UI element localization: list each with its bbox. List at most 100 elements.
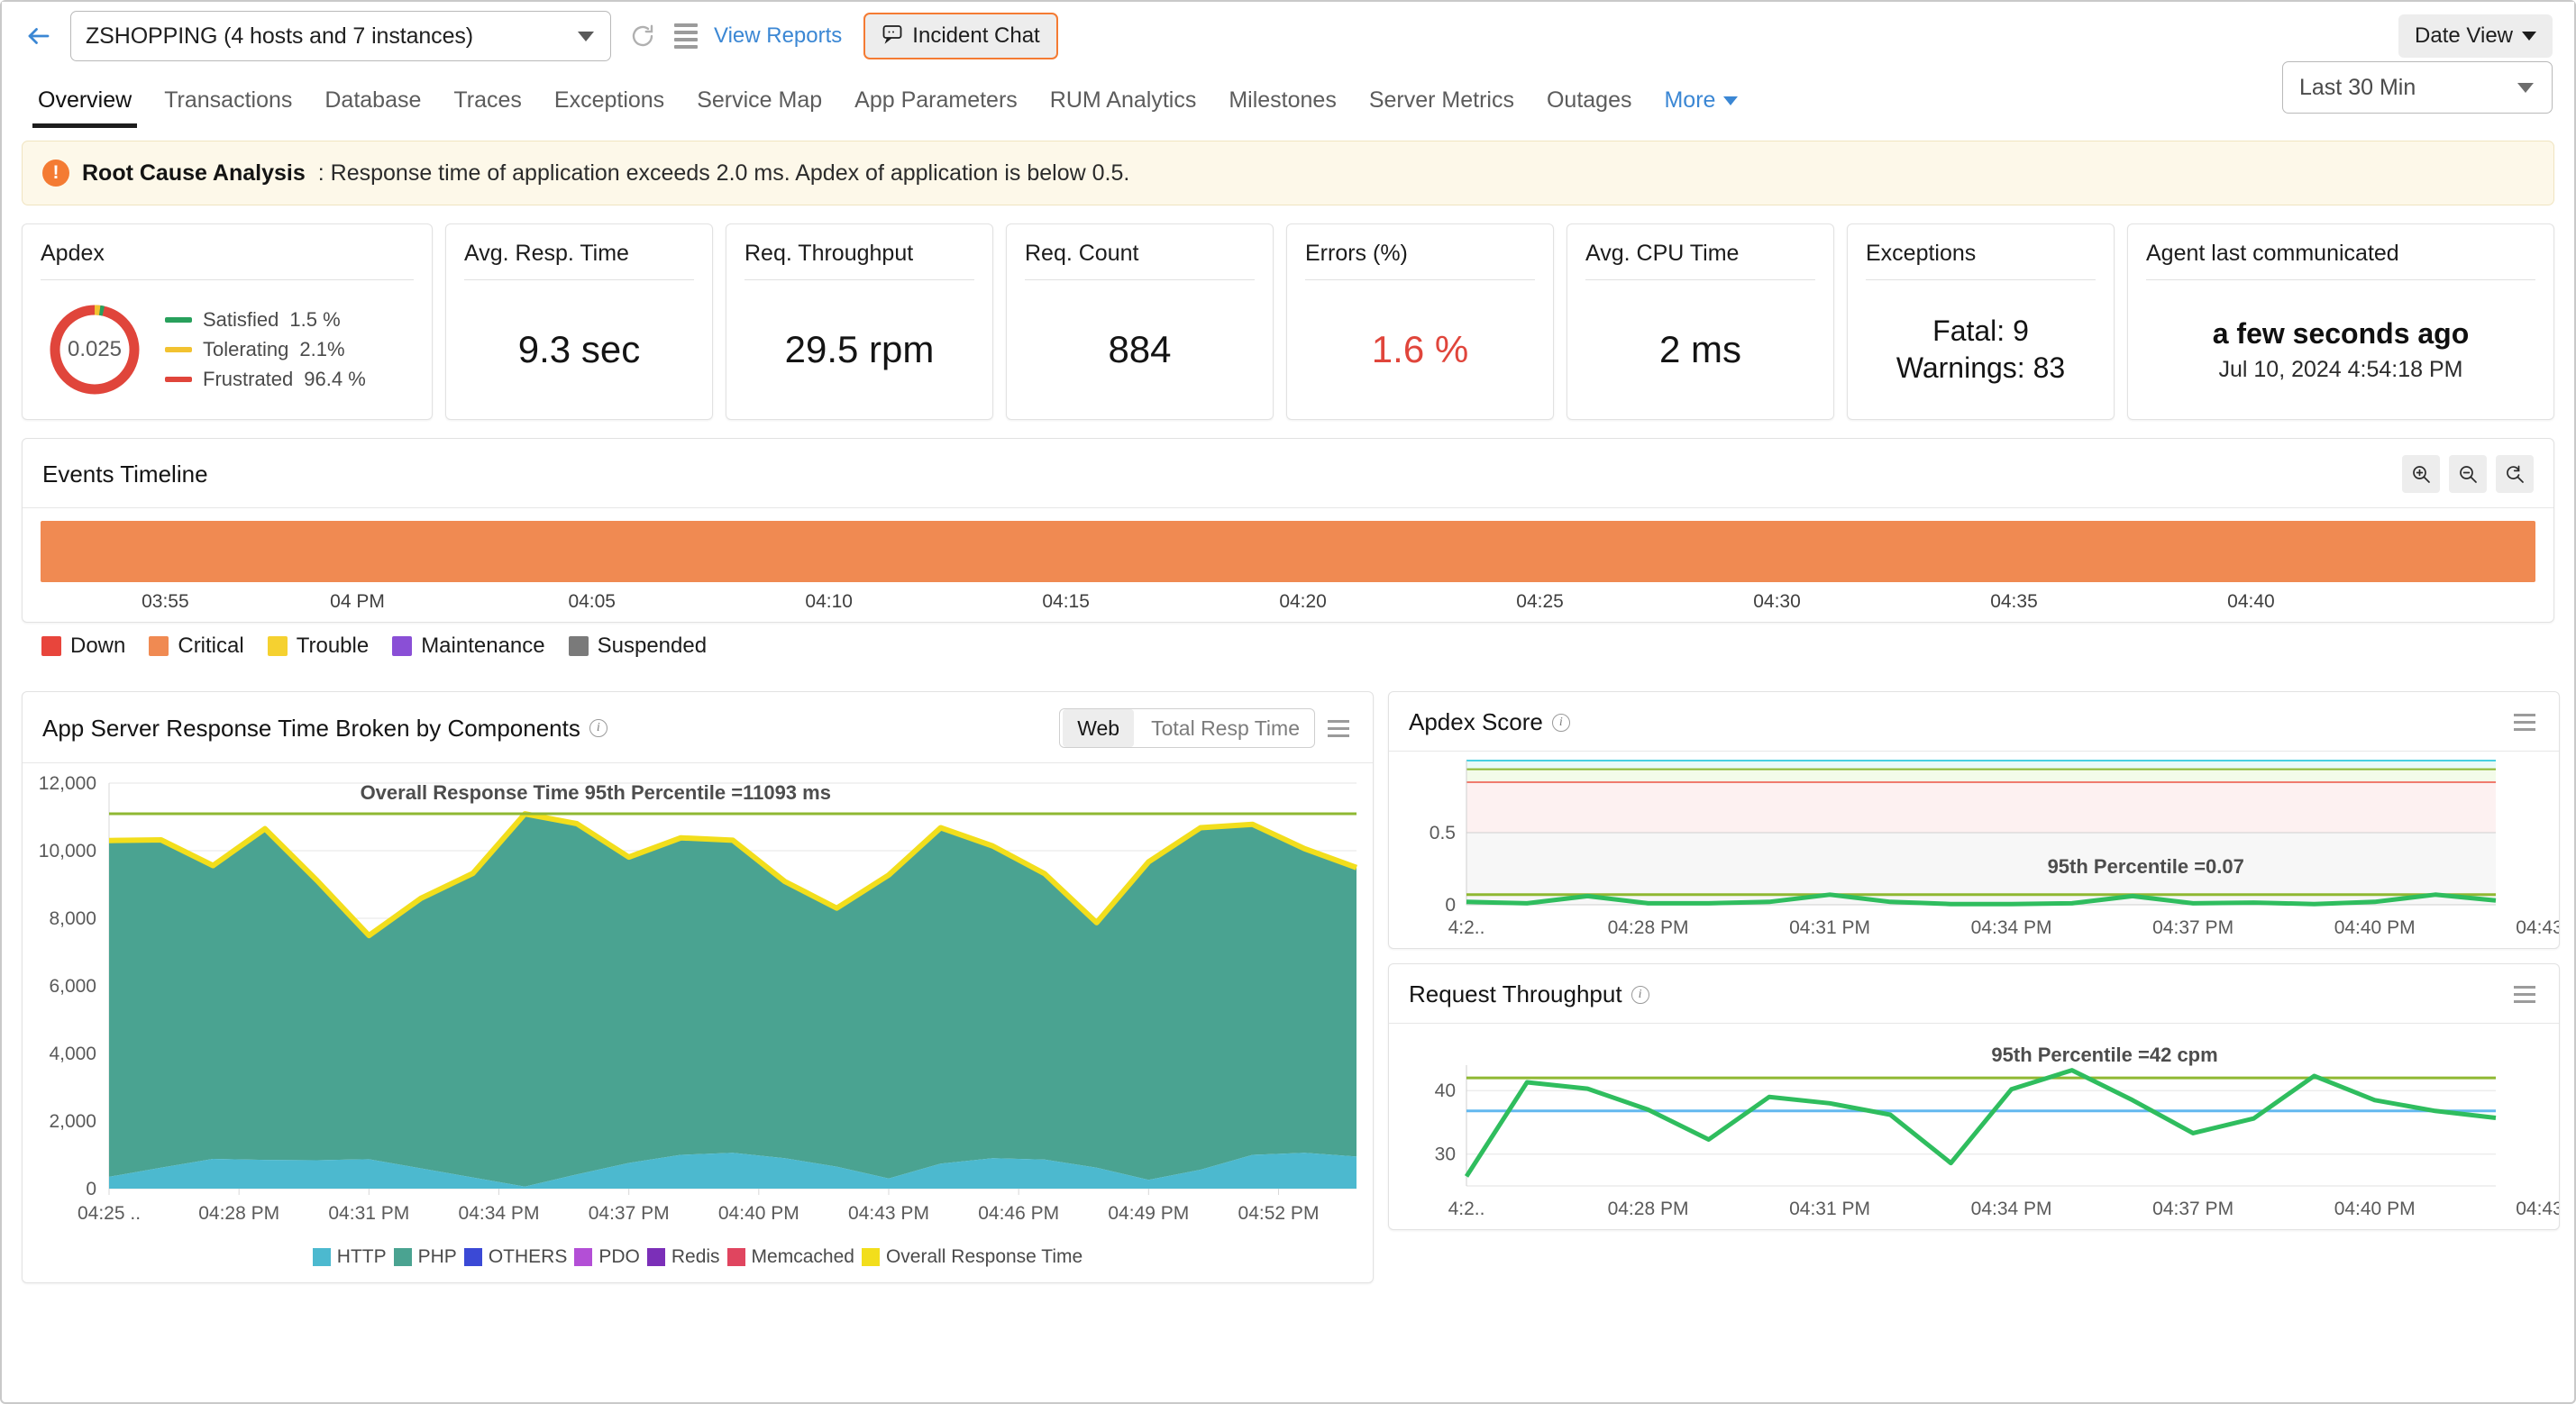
request-throughput-chart[interactable]: 30 40 95th Percentile =42 cpm 4:2.. 04:28 PM… bbox=[1389, 1024, 2559, 1229]
legend-item[interactable]: Down bbox=[41, 634, 125, 659]
zoom-out-icon[interactable] bbox=[2449, 455, 2487, 493]
svg-text:04:37 PM: 04:37 PM bbox=[2152, 917, 2233, 938]
list-icon[interactable] bbox=[674, 23, 698, 49]
legend-item[interactable]: PHP bbox=[393, 1246, 457, 1268]
svg-text:04:31 PM: 04:31 PM bbox=[1789, 917, 1870, 938]
kpi-card-avg-resp-time: Avg. Resp. Time 9.3 sec bbox=[445, 223, 713, 420]
tab-rum-analytics[interactable]: RUM Analytics bbox=[1034, 87, 1213, 128]
resp-time-toggle[interactable]: Web Total Resp Time bbox=[1059, 708, 1315, 748]
apdex-legend: Satisfied 1.5 % Tolerating 2.1% Frustrat… bbox=[165, 308, 366, 391]
tab-label: Overview bbox=[38, 87, 132, 113]
legend-item[interactable]: Suspended bbox=[568, 634, 707, 659]
legend-swatch-others bbox=[463, 1248, 482, 1266]
events-timeline-chart[interactable]: 03:55 04 PM 04:05 04:10 04:15 04:20 04:2… bbox=[23, 508, 2553, 622]
toggle-option-total-resp-time[interactable]: Total Resp Time bbox=[1137, 709, 1314, 747]
date-view-label: Date View bbox=[2415, 23, 2513, 48]
tab-database[interactable]: Database bbox=[308, 87, 437, 128]
legend-item[interactable]: Memcached bbox=[726, 1246, 854, 1268]
svg-text:04:31 PM: 04:31 PM bbox=[1789, 1199, 1870, 1219]
right-charts-column: Apdex Score i 0 0.5 95th Percentile =0.07 4… bbox=[1388, 691, 2560, 1283]
legend-label: Frustrated bbox=[203, 368, 294, 390]
tab-milestones[interactable]: Milestones bbox=[1212, 87, 1353, 128]
tab-label: Server Metrics bbox=[1368, 87, 1514, 113]
kpi-card-req-throughput: Req. Throughput 29.5 rpm bbox=[726, 223, 993, 420]
legend-swatch-satisfied bbox=[165, 317, 192, 323]
app-server-area-chart[interactable]: 0 2,000 4,000 6,000 8,000 10,000 12,000 Overall… bbox=[23, 763, 1373, 1241]
tab-transactions[interactable]: Transactions bbox=[148, 87, 308, 128]
chevron-down-icon bbox=[1723, 96, 1739, 105]
zoom-reset-icon[interactable] bbox=[2496, 455, 2534, 493]
back-arrow-icon[interactable] bbox=[23, 21, 54, 51]
legend-swatch-tolerating bbox=[165, 347, 192, 352]
tab-exceptions[interactable]: Exceptions bbox=[538, 87, 681, 128]
svg-text:04:46 PM: 04:46 PM bbox=[978, 1203, 1059, 1224]
legend-item[interactable]: PDO bbox=[574, 1246, 640, 1268]
legend-swatch-frustrated bbox=[165, 377, 192, 382]
legend-swatch-overall-response-time bbox=[861, 1248, 880, 1266]
legend-item: Tolerating 2.1% bbox=[165, 338, 366, 361]
refresh-icon[interactable] bbox=[627, 21, 658, 51]
app-selector-value: ZSHOPPING (4 hosts and 7 instances) bbox=[86, 23, 474, 49]
kpi-card-exceptions: Exceptions Fatal: 9 Warnings: 83 bbox=[1847, 223, 2115, 420]
rca-title: Root Cause Analysis bbox=[82, 160, 306, 186]
hamburger-menu-icon[interactable] bbox=[2510, 708, 2539, 736]
legend-item[interactable]: Overall Response Time bbox=[861, 1246, 1082, 1268]
tab-traces[interactable]: Traces bbox=[437, 87, 537, 128]
panel-title-text: Apdex Score bbox=[1409, 708, 1543, 735]
tab-app-parameters[interactable]: App Parameters bbox=[838, 87, 1034, 128]
legend-item[interactable]: OTHERS bbox=[463, 1246, 567, 1268]
tab-server-metrics[interactable]: Server Metrics bbox=[1353, 87, 1530, 128]
legend-item[interactable]: Critical bbox=[149, 634, 244, 659]
legend-label: Down bbox=[70, 634, 126, 658]
legend-item[interactable]: Redis bbox=[646, 1246, 720, 1268]
date-view-button[interactable]: Date View bbox=[2398, 14, 2553, 58]
apdex-score-title: Apdex Score i bbox=[1409, 708, 1570, 736]
chat-icon bbox=[882, 23, 903, 50]
tab-more[interactable]: More bbox=[1648, 87, 1754, 128]
view-reports-link[interactable]: View Reports bbox=[714, 23, 842, 49]
tab-label: Milestones bbox=[1229, 87, 1337, 113]
legend-value: 2.1% bbox=[299, 338, 345, 360]
tab-service-map[interactable]: Service Map bbox=[681, 87, 838, 128]
legend-label: Satisfied bbox=[203, 308, 279, 331]
app-selector[interactable]: ZSHOPPING (4 hosts and 7 instances) bbox=[70, 11, 611, 61]
tab-label: RUM Analytics bbox=[1049, 87, 1197, 113]
info-icon[interactable]: i bbox=[589, 719, 607, 737]
zoom-in-icon[interactable] bbox=[2402, 455, 2440, 493]
legend-item: Frustrated 96.4 % bbox=[165, 368, 366, 391]
tab-label: Transactions bbox=[164, 87, 293, 113]
exceptions-fatal: Fatal: 9 bbox=[1932, 315, 2029, 348]
toggle-option-web[interactable]: Web bbox=[1063, 709, 1135, 747]
legend-label: Maintenance bbox=[421, 634, 545, 658]
svg-text:4:2..: 4:2.. bbox=[1448, 1199, 1485, 1219]
top-bar: ZSHOPPING (4 hosts and 7 instances) View… bbox=[2, 2, 2574, 70]
legend-item[interactable]: Maintenance bbox=[392, 634, 545, 659]
page-content: ! Root Cause Analysis : Response time of… bbox=[2, 141, 2574, 1283]
hamburger-menu-icon[interactable] bbox=[2510, 980, 2539, 1008]
kpi-value: 884 bbox=[1108, 328, 1172, 370]
chevron-down-icon bbox=[2522, 32, 2536, 41]
svg-text:4:2..: 4:2.. bbox=[1448, 917, 1485, 938]
info-icon[interactable]: i bbox=[1551, 713, 1570, 732]
kpi-card-avg-cpu-time: Avg. CPU Time 2 ms bbox=[1567, 223, 1834, 420]
legend-item[interactable]: Trouble bbox=[267, 634, 369, 659]
kpi-value: 2 ms bbox=[1658, 328, 1741, 370]
time-range-select[interactable]: Last 30 Min bbox=[2282, 61, 2553, 114]
legend-swatch-pdo bbox=[574, 1248, 593, 1266]
tab-overview[interactable]: Overview bbox=[22, 87, 148, 128]
timeline-critical-bar[interactable] bbox=[41, 521, 2535, 582]
legend-item[interactable]: HTTP bbox=[312, 1246, 387, 1268]
tab-outages[interactable]: Outages bbox=[1530, 87, 1649, 128]
panel-header: Apdex Score i bbox=[1389, 692, 2559, 752]
kpi-title: Errors (%) bbox=[1305, 241, 1535, 280]
hamburger-menu-icon[interactable] bbox=[1324, 715, 1353, 743]
chart-controls bbox=[2510, 980, 2539, 1008]
incident-chat-button[interactable]: Incident Chat bbox=[863, 13, 1058, 59]
app-server-chart-legend: HTTP PHP OTHERS PDO Redis Memcached Over… bbox=[23, 1241, 1373, 1282]
svg-text:04:43 PM: 04:43 PM bbox=[848, 1203, 929, 1224]
info-icon[interactable]: i bbox=[1631, 985, 1649, 1004]
svg-text:04:34 PM: 04:34 PM bbox=[1971, 1199, 2052, 1219]
apdex-score-chart[interactable]: 0 0.5 95th Percentile =0.07 4:2.. 04:28 PM 04… bbox=[1389, 752, 2559, 948]
timeline-tick: 04:25 bbox=[1516, 591, 1564, 612]
svg-text:4,000: 4,000 bbox=[49, 1044, 96, 1064]
